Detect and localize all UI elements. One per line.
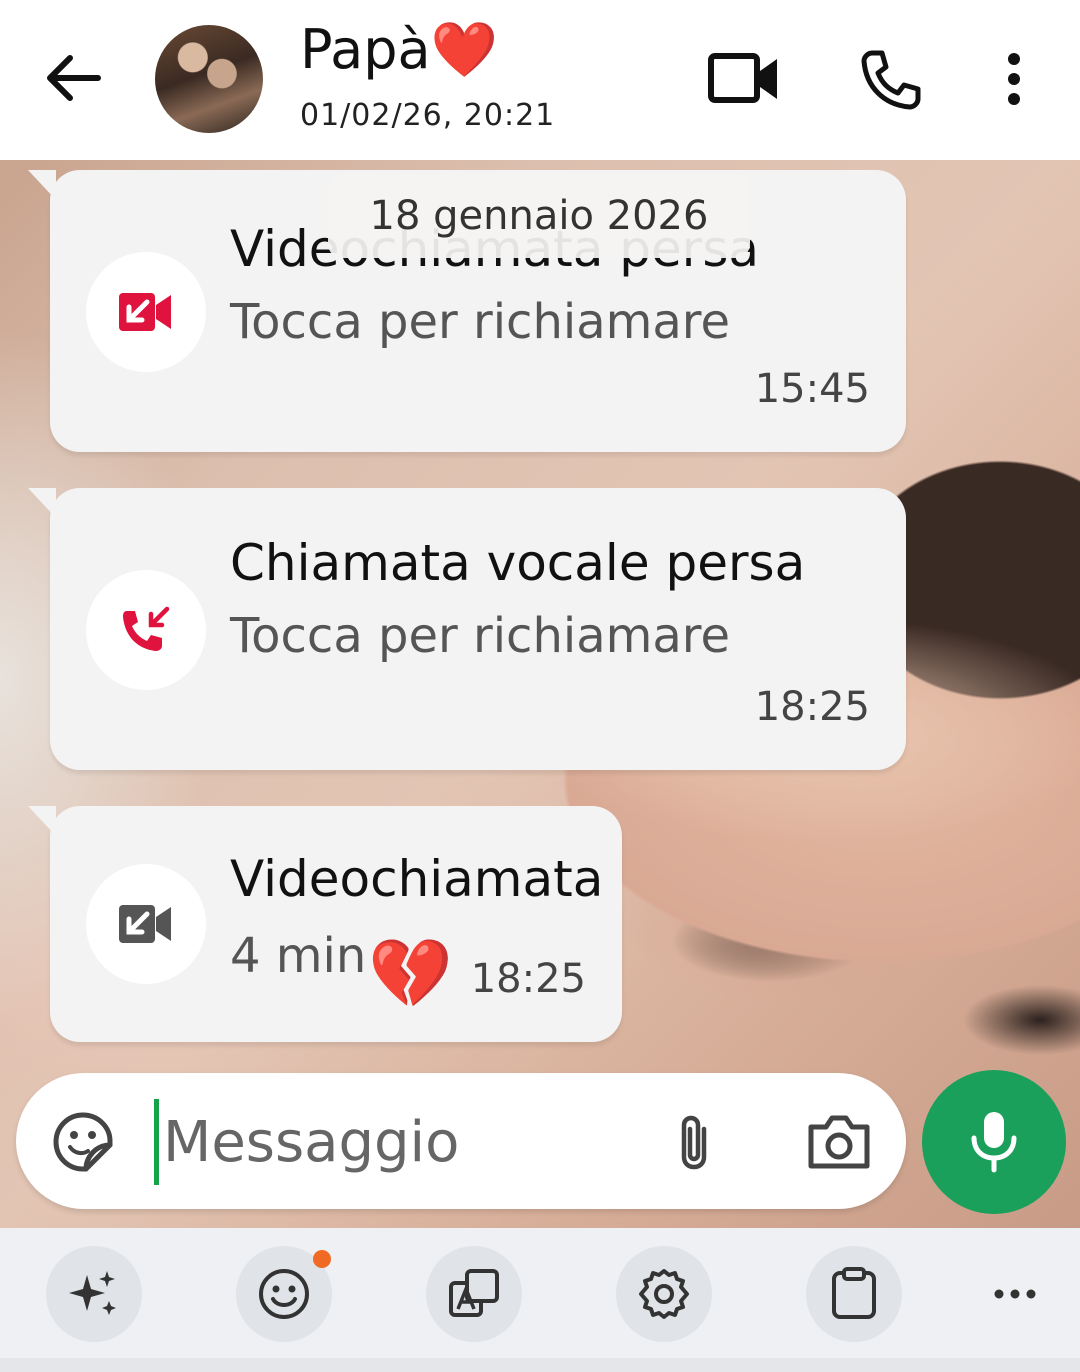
call-title: Videochiamata (230, 850, 604, 908)
contact-name-text: Papà (300, 18, 431, 81)
call-duration: 4 min (230, 928, 367, 984)
chat-header: Papà❤️ 01/02/26, 20:21 (0, 0, 1080, 160)
message-time: 15:45 (754, 366, 870, 412)
bottom-strip (0, 1358, 1080, 1372)
mic-button[interactable] (922, 1070, 1066, 1214)
avatar[interactable] (155, 25, 263, 133)
broken-heart-emoji: 💔 (368, 935, 453, 1014)
message-input[interactable] (161, 1093, 625, 1191)
keyboard-toolbar (0, 1228, 1080, 1358)
back-arrow-icon[interactable] (40, 48, 104, 108)
notification-dot (313, 1250, 331, 1268)
attach-icon[interactable] (674, 1113, 714, 1177)
ai-sparkle-icon[interactable] (46, 1246, 142, 1342)
more-vert-icon[interactable] (990, 44, 1038, 114)
sticker-icon[interactable] (52, 1111, 114, 1177)
message-time: 18:25 (754, 684, 870, 730)
missed-call-icon (86, 570, 206, 690)
video-call-incoming-icon (86, 864, 206, 984)
missed-voice-call-bubble[interactable]: Chiamata vocale persa Tocca per richiama… (28, 488, 906, 770)
message-time: 18:25 (470, 956, 586, 1002)
settings-icon[interactable] (616, 1246, 712, 1342)
mic-icon (971, 1112, 1017, 1173)
camera-icon[interactable] (806, 1113, 872, 1175)
heart-emoji: ❤️ (430, 18, 498, 81)
contact-name[interactable]: Papà❤️ (300, 18, 498, 82)
phone-icon[interactable] (855, 44, 925, 114)
more-horiz-icon[interactable] (975, 1246, 1055, 1342)
chat-background: 18 gennaio 2026 Videochiamata persa Tocc… (0, 160, 1080, 1228)
video-call-bubble[interactable]: Videochiamata 4 min 💔 18:25 (28, 806, 622, 1042)
text-cursor (154, 1099, 159, 1185)
translate-icon[interactable] (426, 1246, 522, 1342)
clipboard-icon[interactable] (806, 1246, 902, 1342)
call-subtitle: Tocca per richiamare (230, 294, 730, 350)
message-composer (16, 1073, 906, 1209)
call-title: Chiamata vocale persa (230, 534, 806, 592)
missed-video-icon (86, 252, 206, 372)
date-chip: 18 gennaio 2026 (328, 174, 750, 258)
last-seen: 01/02/26, 20:21 (300, 98, 556, 133)
call-subtitle: Tocca per richiamare (230, 608, 730, 664)
video-call-icon[interactable] (708, 44, 780, 114)
